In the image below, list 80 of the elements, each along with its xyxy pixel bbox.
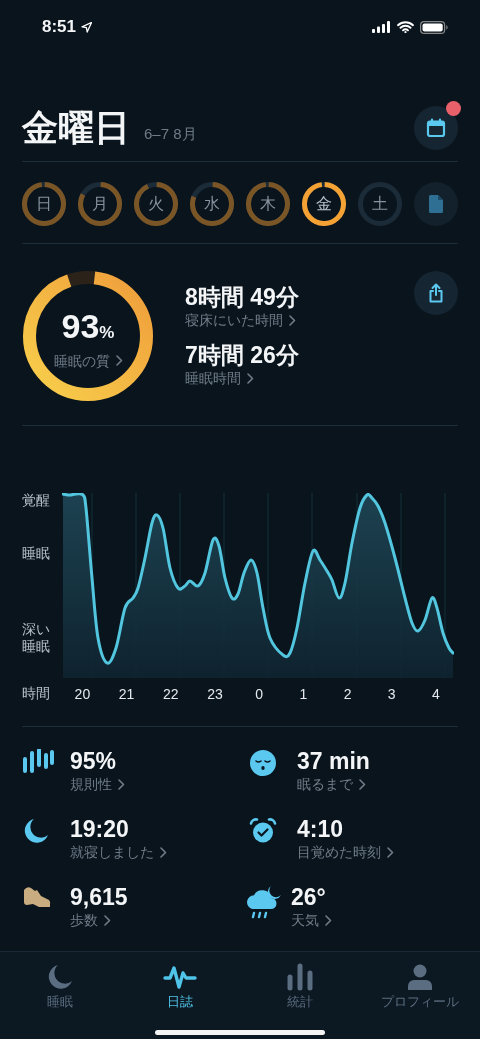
bars-icon — [22, 749, 54, 775]
hour-label: 0 — [254, 686, 265, 702]
calendar-button[interactable] — [414, 106, 458, 150]
day-button[interactable]: 月 — [78, 182, 122, 226]
axis-title: 時間 — [22, 685, 51, 703]
day-title: 金曜日 — [22, 106, 130, 150]
report-button[interactable] — [414, 182, 458, 226]
progress-ring — [22, 182, 66, 226]
chevron-icon — [387, 846, 394, 858]
tab[interactable]: プロフィール — [360, 952, 480, 1012]
hour-label: 20 — [73, 686, 92, 702]
stat-value: 4:10 — [297, 815, 345, 843]
chevron-icon — [115, 355, 123, 366]
day-button[interactable]: 金 — [302, 182, 346, 226]
chevron-icon — [289, 314, 296, 326]
bar-chart-icon — [287, 963, 313, 991]
hour-label: 21 — [117, 686, 136, 702]
shoe-icon — [22, 885, 52, 909]
axis-label: 覚醒 — [22, 492, 51, 509]
tab[interactable]: 日誌 — [120, 952, 240, 1012]
progress-ring — [134, 182, 178, 226]
detail-link[interactable]: 睡眠の質 — [53, 351, 123, 370]
detail-link[interactable]: 規則性 — [70, 775, 125, 793]
progress-ring — [246, 182, 290, 226]
stat-value: 19:20 — [70, 815, 130, 843]
day-button[interactable]: 土 — [358, 182, 402, 226]
hour-label: 2 — [342, 686, 353, 702]
moon-icon — [22, 817, 50, 845]
chevron-icon — [118, 778, 125, 790]
alarm-clock-icon — [249, 817, 277, 845]
duration-value: 8時間 49分 — [185, 283, 300, 311]
chevron-icon — [325, 914, 332, 926]
progress-ring — [302, 182, 346, 226]
detail-link[interactable]: 就寝しました — [70, 843, 167, 861]
axis-label: 深い睡眠 — [22, 621, 51, 655]
date-range: 6–7 8月 — [144, 124, 198, 144]
chevron-icon — [359, 778, 366, 790]
stat-value: 9,615 — [70, 883, 128, 911]
calendar-icon — [426, 118, 446, 138]
hour-label: 1 — [298, 686, 309, 702]
progress-ring — [358, 182, 402, 226]
share-button[interactable] — [414, 271, 458, 315]
progress-ring — [78, 182, 122, 226]
status-time: 8:51 — [42, 17, 77, 37]
document-icon — [428, 194, 444, 214]
day-button[interactable]: 木 — [246, 182, 290, 226]
detail-link[interactable]: 歩数 — [70, 911, 128, 929]
chevron-icon — [247, 372, 254, 384]
wave-icon — [163, 964, 197, 990]
duration-value: 7時間 26分 — [185, 341, 300, 369]
hour-label: 4 — [431, 686, 441, 702]
tab[interactable]: 睡眠 — [0, 952, 120, 1012]
chevron-icon — [104, 914, 111, 926]
stat-value: 26° — [291, 883, 327, 911]
signal-icon — [372, 21, 391, 33]
tab[interactable]: 統計 — [240, 952, 360, 1012]
battery-icon — [420, 20, 448, 34]
person-icon — [407, 963, 433, 991]
hour-label: 3 — [386, 686, 397, 702]
sleepy-face-icon — [249, 749, 277, 777]
stat-value: 37 min — [297, 747, 370, 775]
detail-link[interactable]: 眠るまで — [297, 775, 370, 793]
hour-label: 22 — [162, 686, 180, 702]
detail-link[interactable]: 睡眠時間 — [185, 369, 414, 387]
detail-link[interactable]: 寝床にいた時間 — [185, 311, 414, 329]
axis-label: 睡眠 — [22, 545, 51, 562]
day-button[interactable]: 水 — [190, 182, 234, 226]
stat-value: 95% — [70, 747, 118, 775]
day-button[interactable]: 日 — [22, 182, 66, 226]
day-button[interactable]: 火 — [134, 182, 178, 226]
share-icon — [427, 283, 445, 303]
hour-label: 23 — [206, 686, 224, 702]
progress-ring — [190, 182, 234, 226]
quality-score: 93% — [61, 306, 115, 347]
moon-icon — [46, 963, 74, 991]
detail-link[interactable]: 目覚めた時刻 — [297, 843, 394, 861]
detail-link[interactable]: 天気 — [291, 911, 332, 929]
chevron-icon — [160, 846, 167, 858]
location-arrow-icon — [81, 21, 93, 33]
wifi-icon — [397, 21, 414, 33]
